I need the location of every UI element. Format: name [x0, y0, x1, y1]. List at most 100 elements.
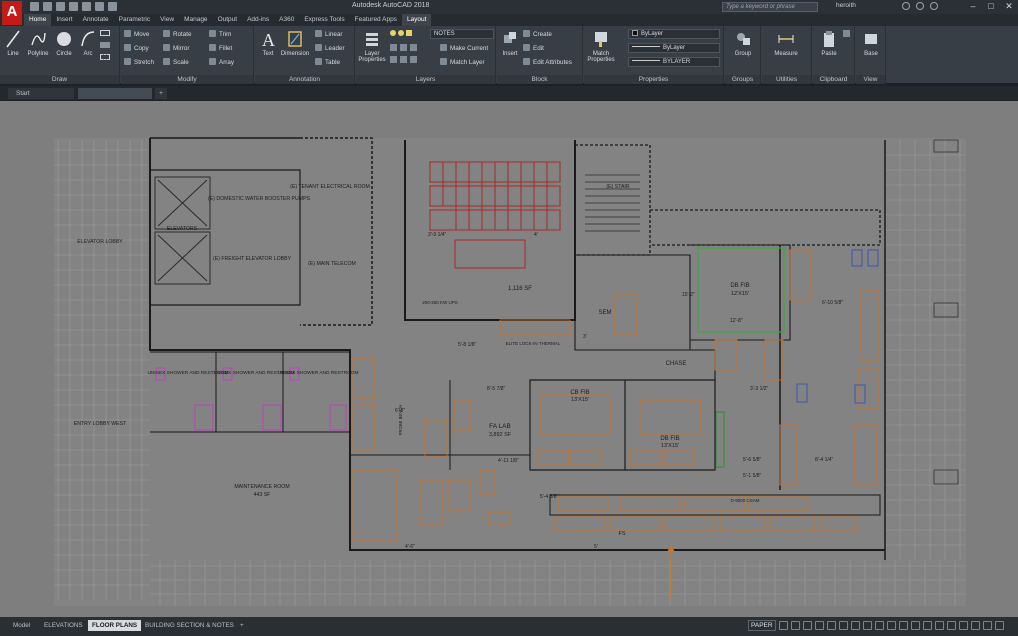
layers-panel-title[interactable]: Layers: [356, 75, 495, 84]
match-layer-button[interactable]: Match Layer: [440, 58, 485, 68]
open-icon[interactable]: [43, 2, 52, 11]
draw-panel-title[interactable]: Draw: [0, 75, 119, 84]
annotation-scale-icon[interactable]: [886, 621, 896, 630]
close-button[interactable]: ✕: [1000, 0, 1018, 14]
space-toggle[interactable]: PAPER: [748, 620, 776, 631]
layer-freeze2-icon[interactable]: [390, 56, 397, 63]
linear-button[interactable]: Linear: [315, 30, 343, 40]
customization-icon[interactable]: [994, 621, 1004, 630]
copy-button[interactable]: Copy: [124, 44, 149, 54]
polar-icon[interactable]: [814, 621, 824, 630]
redo-icon[interactable]: [108, 2, 117, 11]
move-button[interactable]: Move: [124, 30, 149, 40]
layout-tab-model[interactable]: Model: [9, 620, 34, 631]
properties-panel-title[interactable]: Properties: [584, 75, 723, 84]
clipboard-panel-title[interactable]: Clipboard: [813, 75, 854, 84]
measure-button[interactable]: Measure: [766, 29, 806, 57]
layer-tools[interactable]: [390, 44, 424, 64]
user-name[interactable]: heroith: [836, 2, 856, 9]
lineweight-icon[interactable]: [850, 621, 860, 630]
tab-insert[interactable]: Insert: [51, 14, 77, 26]
otrack-icon[interactable]: [838, 621, 848, 630]
quick-access-toolbar[interactable]: [30, 2, 117, 11]
isolate-objects-icon[interactable]: [958, 621, 968, 630]
tab-manage[interactable]: Manage: [179, 14, 213, 26]
tab-a360[interactable]: A360: [274, 14, 299, 26]
circle-button[interactable]: Circle: [53, 29, 75, 57]
linetype-dropdown[interactable]: ByLayer: [628, 43, 720, 53]
ortho-icon[interactable]: [802, 621, 812, 630]
tab-view[interactable]: View: [155, 14, 179, 26]
clean-screen-icon[interactable]: [982, 621, 992, 630]
table-button[interactable]: Table: [315, 58, 340, 68]
array-button[interactable]: Array: [209, 58, 234, 68]
tab-add-ins[interactable]: Add-ins: [242, 14, 274, 26]
hardware-acceleration-icon[interactable]: [970, 621, 980, 630]
file-tab-drawing[interactable]: [78, 88, 152, 99]
layer-freeze-icon[interactable]: [398, 30, 404, 36]
save-icon[interactable]: [56, 2, 65, 11]
osnap-icon[interactable]: [826, 621, 836, 630]
layout-tab-elevations[interactable]: ELEVATIONS: [40, 620, 87, 631]
tab-output[interactable]: Output: [213, 14, 243, 26]
hatch-icon[interactable]: [100, 42, 110, 48]
a360-icon[interactable]: [916, 2, 924, 10]
arc-button[interactable]: Arc: [77, 29, 99, 57]
undo-icon[interactable]: [95, 2, 104, 11]
copy-clip-icon[interactable]: [843, 30, 850, 37]
block-panel-title[interactable]: Block: [497, 75, 582, 84]
transparency-icon[interactable]: [862, 621, 872, 630]
layer-state-icons[interactable]: [390, 30, 412, 36]
annotation-monitor-icon[interactable]: [910, 621, 920, 630]
grid-icon[interactable]: [790, 621, 800, 630]
make-current-button[interactable]: Make Current: [440, 44, 488, 54]
tab-home[interactable]: Home: [24, 14, 52, 26]
color-dropdown[interactable]: ByLayer: [628, 29, 720, 39]
fillet-button[interactable]: Fillet: [209, 44, 232, 54]
insert-button[interactable]: Insert: [499, 29, 521, 57]
create-block-button[interactable]: Create: [523, 30, 552, 40]
plot-icon[interactable]: [82, 2, 91, 11]
groups-panel-title[interactable]: Groups: [725, 75, 760, 84]
search-input[interactable]: Type a keyword or phrase: [722, 2, 818, 12]
paste-button[interactable]: Paste: [816, 29, 842, 57]
application-menu-button[interactable]: A: [2, 1, 22, 25]
tab-featured-apps[interactable]: Featured Apps: [350, 14, 402, 26]
boundary-icon[interactable]: [100, 54, 110, 60]
modify-panel-title[interactable]: Modify: [121, 75, 253, 84]
save-as-icon[interactable]: [69, 2, 78, 11]
workspace-icon[interactable]: [898, 621, 908, 630]
lock-ui-icon[interactable]: [946, 621, 956, 630]
rectangle-icon[interactable]: [100, 30, 110, 36]
layer-isolate-icon[interactable]: [400, 44, 407, 51]
units-icon[interactable]: [922, 621, 932, 630]
group-button[interactable]: Group: [728, 29, 758, 57]
match-properties-button[interactable]: Match Properties: [586, 29, 616, 63]
stretch-button[interactable]: Stretch: [124, 58, 154, 68]
scale-button[interactable]: Scale: [163, 58, 189, 68]
lineweight-dropdown[interactable]: BYLAYER: [628, 57, 720, 67]
layer-walk-icon[interactable]: [410, 56, 417, 63]
tab-layout[interactable]: Layout: [401, 14, 432, 26]
utilities-panel-title[interactable]: Utilities: [762, 75, 811, 84]
edit-block-button[interactable]: Edit: [523, 44, 544, 54]
snap-icon[interactable]: [778, 621, 788, 630]
selection-cycling-icon[interactable]: [874, 621, 884, 630]
minimize-button[interactable]: –: [964, 0, 982, 14]
drawing-canvas[interactable]: ELEVATOR LOBBY ELEVATORS (E) DOMESTIC WA…: [0, 101, 1018, 617]
view-panel-title[interactable]: View: [856, 75, 885, 84]
layer-on-icon[interactable]: [390, 30, 396, 36]
polyline-button[interactable]: Polyline: [25, 29, 51, 57]
mirror-button[interactable]: Mirror: [163, 44, 189, 54]
dimension-button[interactable]: Dimension: [279, 29, 311, 57]
text-button[interactable]: A Text: [257, 29, 279, 57]
base-button[interactable]: Base: [859, 29, 883, 57]
add-layout-button[interactable]: +: [236, 620, 248, 631]
layer-lock-icon[interactable]: [406, 30, 412, 36]
quick-properties-icon[interactable]: [934, 621, 944, 630]
new-tab-button[interactable]: +: [155, 88, 167, 99]
tab-annotate[interactable]: Annotate: [78, 14, 114, 26]
layout-tab-building-section[interactable]: BUILDING SECTION & NOTES: [141, 620, 238, 631]
leader-button[interactable]: Leader: [315, 44, 345, 54]
help-icon[interactable]: [930, 2, 938, 10]
